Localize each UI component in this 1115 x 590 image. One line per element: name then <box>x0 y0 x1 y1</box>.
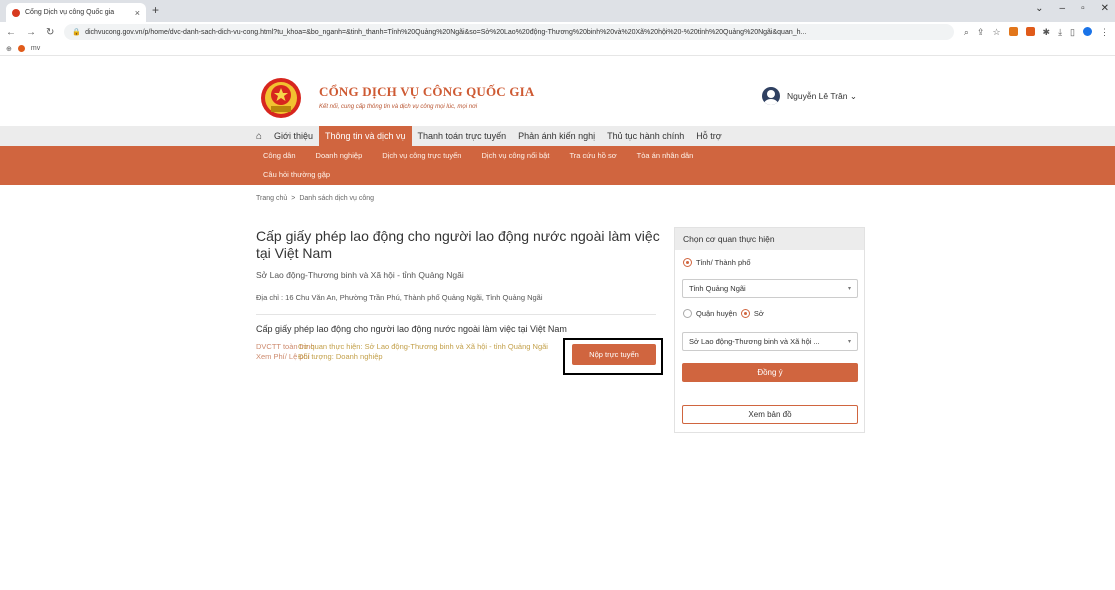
nav-phan-anh[interactable]: Phản ánh kiến nghị <box>512 126 601 146</box>
lock-icon: 🔒 <box>72 29 82 36</box>
radio-province-label: Tỉnh/ Thành phố <box>696 258 751 267</box>
nav-thu-tuc[interactable]: Thủ tục hành chính <box>601 126 690 146</box>
forward-icon[interactable]: → <box>26 27 36 38</box>
subnav-cong-dan[interactable]: Công dân <box>263 151 296 160</box>
breadcrumb-current: Danh sách dịch vụ công <box>299 195 375 202</box>
agency-line: Cơ quan thực hiện: Sở Lao động-Thương bi… <box>298 342 548 351</box>
download-icon[interactable]: ⤓ <box>1058 27 1062 38</box>
department-select[interactable]: Sở Lao động-Thương binh và Xã hội ... ▾ <box>682 332 858 351</box>
service-address: Địa chỉ : 16 Chu Văn An, Phường Trần Phú… <box>256 293 543 302</box>
back-icon[interactable]: ← <box>6 27 16 38</box>
new-tab-button[interactable]: + <box>152 3 159 17</box>
minimize-button[interactable]: – <box>1060 3 1066 14</box>
avatar-icon <box>762 87 780 105</box>
browser-tab[interactable]: Cổng Dịch vụ công Quốc gia × <box>6 3 146 22</box>
user-menu[interactable]: Nguyễn Lê Trân ⌄ <box>762 87 857 105</box>
radio-district[interactable] <box>683 309 692 318</box>
main-nav: ⌂ Giới thiệu Thông tin và dịch vụ Thanh … <box>0 126 1115 146</box>
reload-icon[interactable]: ↻ <box>46 27 54 38</box>
zoom-icon[interactable]: ⌕ <box>964 27 969 38</box>
divider <box>256 314 656 315</box>
radio-province[interactable] <box>683 258 692 267</box>
subnav-doanh-nghiep[interactable]: Doanh nghiệp <box>316 151 363 160</box>
radio-department[interactable] <box>740 309 750 318</box>
window-controls: ⌄ – ▫ ✕ <box>1035 3 1109 14</box>
bookmark-icon <box>17 45 25 52</box>
tab-title: Cổng Dịch vụ công Quốc gia <box>25 9 115 16</box>
nav-thong-tin-dich-vu[interactable]: Thông tin và dịch vụ <box>318 126 412 146</box>
tab-search-icon[interactable]: ⌄ <box>1035 3 1043 14</box>
subnav-dvc-truc-tuyen[interactable]: Dịch vụ công trực tuyến <box>382 151 461 160</box>
chevron-down-icon: ▾ <box>847 286 851 292</box>
tab-close-icon[interactable]: × <box>135 8 140 18</box>
page-title: Cấp giấy phép lao động cho người lao độn… <box>256 228 660 261</box>
breadcrumb: Trang chủ > Danh sách dịch vụ công <box>256 195 374 202</box>
puzzle-icon[interactable]: ✱ <box>1043 27 1051 38</box>
nav-thanh-toan[interactable]: Thanh toán trực tuyến <box>412 126 513 146</box>
home-icon[interactable]: ⌂ <box>256 126 268 146</box>
subnav-dvc-noi-bat[interactable]: Dịch vụ công nổi bật <box>481 151 549 160</box>
close-window-button[interactable]: ✕ <box>1101 3 1109 14</box>
subnav-cau-hoi[interactable]: Câu hỏi thường gặp <box>263 170 330 179</box>
user-name: Nguyễn Lê Trân ⌄ <box>787 90 857 101</box>
favicon-icon <box>12 8 20 17</box>
procedure-details: Cơ quan thực hiện: Sở Lao động-Thương bi… <box>298 342 558 362</box>
bookmarks-bar: ⊕ mv <box>0 42 1115 56</box>
service-agency: Sở Lao động-Thương binh và Xã hội - tỉnh… <box>256 270 464 280</box>
extension-icon[interactable] <box>1025 26 1035 36</box>
star-icon[interactable]: ☆ <box>992 27 1000 38</box>
nav-gioi-thieu[interactable]: Giới thiệu <box>268 126 319 146</box>
bookmark-item[interactable]: mv <box>31 45 40 52</box>
globe-icon[interactable]: ⊕ <box>6 45 12 53</box>
browser-tabbar: Cổng Dịch vụ công Quốc gia × + ⌄ – ▫ ✕ <box>0 0 1115 22</box>
province-select[interactable]: Tỉnh Quảng Ngãi ▾ <box>682 279 858 298</box>
sidepanel-icon[interactable]: ▯ <box>1070 27 1075 38</box>
extensions-area: ⌕ ⇪ ☆ ✱ ⤓ ▯ ⋮ <box>964 26 1109 38</box>
department-select-value: Sở Lao động-Thương binh và Xã hội ... <box>689 337 820 346</box>
address-bar[interactable]: 🔒 dichvucong.gov.vn/p/home/dvc-danh-sach… <box>64 24 954 40</box>
national-emblem-icon[interactable] <box>256 76 306 120</box>
view-map-button[interactable]: Xem bản đồ <box>682 405 858 424</box>
brand-subtitle: Kết nối, cung cấp thông tin và dịch vụ c… <box>319 104 478 110</box>
sub-nav: Công dân Doanh nghiệp Dịch vụ công trực … <box>0 146 1115 185</box>
menu-icon[interactable]: ⋮ <box>1100 27 1109 38</box>
profile-icon[interactable] <box>1083 26 1092 36</box>
agency-selector-panel: Chọn cơ quan thực hiện Tỉnh/ Thành phố T… <box>674 227 865 433</box>
nav-ho-tro[interactable]: Hỗ trợ <box>690 126 727 146</box>
radio-province-row[interactable]: Tỉnh/ Thành phố <box>683 258 751 267</box>
metamask-icon[interactable] <box>1008 26 1018 36</box>
url-text: dichvucong.gov.vn/p/home/dvc-danh-sach-d… <box>85 28 807 36</box>
address-bar-row: ← → ↻ 🔒 dichvucong.gov.vn/p/home/dvc-dan… <box>0 22 1115 42</box>
panel-heading: Chọn cơ quan thực hiện <box>675 228 864 250</box>
share-icon[interactable]: ⇪ <box>977 27 985 38</box>
radio-district-row[interactable]: Quận huyện Sở <box>683 309 764 318</box>
chevron-down-icon: ▾ <box>847 339 851 345</box>
submit-online-button[interactable]: Nộp trực tuyến <box>572 344 656 365</box>
target-line: Đối tượng: Doanh nghiệp <box>298 352 383 361</box>
agree-button[interactable]: Đồng ý <box>682 363 858 382</box>
subnav-tra-cuu[interactable]: Tra cứu hồ sơ <box>569 151 616 160</box>
province-select-value: Tỉnh Quảng Ngãi <box>689 284 746 293</box>
radio-district-label: Quận huyện <box>696 309 737 318</box>
radio-department-label: Sở <box>753 309 764 318</box>
breadcrumb-home[interactable]: Trang chủ <box>256 195 287 202</box>
subnav-toa-an[interactable]: Tòa án nhân dân <box>637 151 694 160</box>
brand-title[interactable]: CỔNG DỊCH VỤ CÔNG QUỐC GIA <box>319 84 535 100</box>
breadcrumb-separator: > <box>291 195 296 202</box>
procedure-title[interactable]: Cấp giấy phép lao động cho người lao độn… <box>256 324 567 334</box>
maximize-button[interactable]: ▫ <box>1081 3 1085 14</box>
